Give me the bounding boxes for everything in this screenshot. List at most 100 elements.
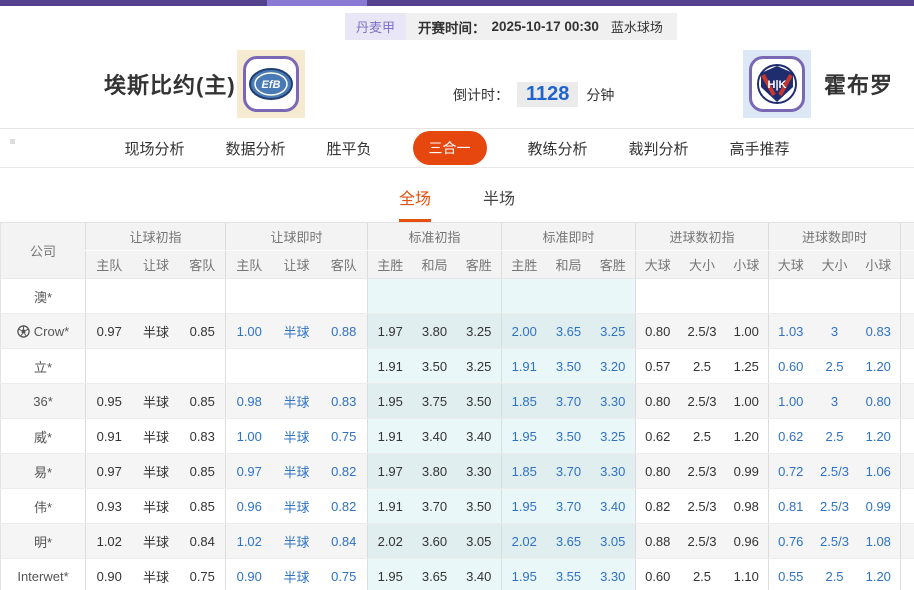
odds-cell: 2.5/3 — [680, 314, 725, 349]
odds-cell: 1.91 — [502, 349, 547, 384]
sub-header-大小: 大小 — [813, 251, 857, 279]
odds-cell — [180, 279, 226, 314]
odds-cell: 1.97 — [368, 454, 413, 489]
nav-tab-胜平负[interactable]: 胜平负 — [326, 138, 371, 159]
period-tab-半场[interactable]: 半场 — [483, 185, 515, 222]
odds-cell: 3.40 — [591, 489, 636, 524]
odds-cell: 0.93 — [86, 489, 133, 524]
odds-cell: 1.91 — [368, 349, 413, 384]
odds-cell: 2.5/3 — [680, 524, 725, 559]
odds-cell: 3.40 — [457, 419, 502, 454]
odds-cell — [680, 279, 725, 314]
sub-header-客胜: 客胜 — [457, 251, 502, 279]
odds-cell: 0.62 — [636, 419, 680, 454]
odds-cell: 半球 — [133, 419, 180, 454]
nav-tab-高手推荐[interactable]: 高手推荐 — [730, 138, 790, 159]
company-cell[interactable]: 36* — [1, 384, 86, 419]
odds-cell: 0.55 — [769, 559, 813, 590]
clipped-cell — [901, 419, 914, 454]
odds-cell: 0.80 — [636, 384, 680, 419]
kickoff-value: 2025-10-17 00:30 — [492, 19, 599, 34]
sub-header-主胜: 主胜 — [502, 251, 547, 279]
company-cell[interactable]: Interwet* — [1, 559, 86, 590]
odds-cell: 半球 — [273, 384, 321, 419]
odds-cell: 0.80 — [636, 454, 680, 489]
odds-cell: 0.84 — [321, 524, 368, 559]
nav-tab-数据分析[interactable]: 数据分析 — [225, 138, 285, 159]
odds-cell: 2.5 — [680, 349, 725, 384]
odds-cell: 0.83 — [180, 419, 226, 454]
odds-cell: 1.85 — [502, 384, 547, 419]
odds-cell: 0.90 — [86, 559, 133, 590]
company-cell[interactable]: 明* — [1, 524, 86, 559]
odds-cell: 3.50 — [547, 349, 591, 384]
odds-cell: 1.00 — [226, 419, 273, 454]
group-header-让球初指: 让球初指 — [86, 223, 226, 251]
nav-tab-裁判分析[interactable]: 裁判分析 — [629, 138, 689, 159]
odds-cell: 3.20 — [591, 349, 636, 384]
company-cell[interactable]: 易* — [1, 454, 86, 489]
odds-cell: 半球 — [133, 314, 180, 349]
odds-cell: 2.5/3 — [813, 524, 857, 559]
odds-cell: 0.80 — [636, 314, 680, 349]
company-column-header: 公司 — [1, 223, 86, 279]
odds-cell — [457, 279, 502, 314]
odds-cell: 3.30 — [457, 454, 502, 489]
odds-cell: 1.91 — [368, 489, 413, 524]
odds-cell: 半球 — [273, 454, 321, 489]
odds-cell: 0.82 — [321, 489, 368, 524]
sub-header-主胜: 主胜 — [368, 251, 413, 279]
odds-cell: 0.72 — [769, 454, 813, 489]
odds-cell: 3.30 — [591, 384, 636, 419]
odds-cell — [321, 279, 368, 314]
company-cell[interactable]: Crow* — [1, 314, 86, 349]
group-header-进球数初指: 进球数初指 — [636, 223, 769, 251]
company-cell[interactable]: 立* — [1, 349, 86, 384]
group-header-标准初指: 标准初指 — [368, 223, 502, 251]
odds-cell — [813, 279, 857, 314]
odds-cell: 0.96 — [226, 489, 273, 524]
nav-tab-现场分析[interactable]: 现场分析 — [124, 138, 184, 159]
odds-cell: 0.97 — [86, 454, 133, 489]
odds-cell: 1.20 — [725, 419, 769, 454]
company-cell[interactable]: 澳* — [1, 279, 86, 314]
clipped-cell — [901, 349, 914, 384]
odds-cell: 3.80 — [413, 454, 457, 489]
table-row: Interwet*0.90半球0.750.90半球0.751.953.653.4… — [1, 559, 914, 590]
odds-cell: 3.25 — [591, 419, 636, 454]
sub-header-让球: 让球 — [273, 251, 321, 279]
odds-cell — [133, 349, 180, 384]
odds-cell: 半球 — [133, 454, 180, 489]
sub-header-和局: 和局 — [413, 251, 457, 279]
period-tab-全场[interactable]: 全场 — [399, 185, 431, 222]
kickoff-time: 开赛时间： 2025-10-17 00:30 — [406, 13, 611, 40]
odds-cell: 3.60 — [413, 524, 457, 559]
odds-cell: 3 — [813, 384, 857, 419]
odds-cell: 半球 — [133, 559, 180, 590]
odds-cell: 0.83 — [321, 384, 368, 419]
match-header: 丹麦甲 开赛时间： 2025-10-17 00:30 蓝水球场 埃斯比约(主) … — [0, 6, 914, 128]
company-cell[interactable]: 伟* — [1, 489, 86, 524]
odds-cell: 0.85 — [180, 314, 226, 349]
odds-cell: 2.5/3 — [680, 454, 725, 489]
odds-cell: 1.95 — [368, 384, 413, 419]
odds-cell: 3.50 — [457, 489, 502, 524]
sub-header-大小: 大小 — [680, 251, 725, 279]
odds-cell: 半球 — [133, 384, 180, 419]
odds-cell: 3.70 — [547, 384, 591, 419]
company-cell[interactable]: 威* — [1, 419, 86, 454]
odds-cell: 2.5/3 — [680, 384, 725, 419]
odds-cell: 3.75 — [413, 384, 457, 419]
nav-tab-教练分析[interactable]: 教练分析 — [528, 138, 588, 159]
kickoff-label: 开赛时间： — [418, 17, 486, 37]
odds-cell: 2.5 — [680, 559, 725, 590]
odds-cell: 1.91 — [368, 419, 413, 454]
odds-cell: 3.40 — [413, 419, 457, 454]
odds-cell: 0.98 — [725, 489, 769, 524]
odds-cell: 0.81 — [769, 489, 813, 524]
odds-cell — [591, 279, 636, 314]
odds-cell: 3.55 — [547, 559, 591, 590]
nav-tab-三合一[interactable]: 三合一 — [413, 131, 487, 165]
countdown-label: 倒计时： — [453, 85, 509, 105]
sub-header-小球: 小球 — [725, 251, 769, 279]
